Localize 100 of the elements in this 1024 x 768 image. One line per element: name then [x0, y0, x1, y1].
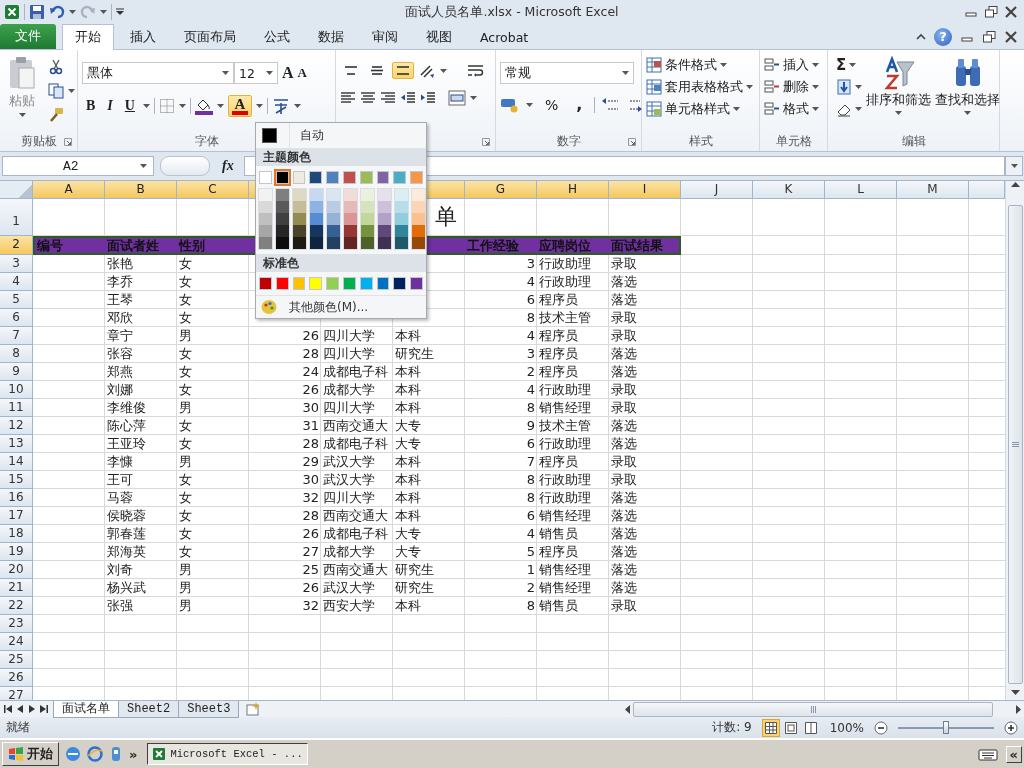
row-header[interactable]: 13: [0, 435, 33, 453]
color-swatch[interactable]: [412, 225, 425, 237]
color-swatch[interactable]: [361, 201, 374, 213]
color-swatch[interactable]: [395, 237, 408, 249]
style-menu-button[interactable]: 条件格式: [646, 56, 753, 74]
column-header[interactable]: H: [537, 181, 609, 199]
collapse-ribbon-icon[interactable]: [916, 33, 926, 40]
row-header[interactable]: 27: [0, 687, 33, 700]
color-swatch[interactable]: [327, 213, 340, 225]
column-header[interactable]: L: [825, 181, 897, 199]
color-swatch[interactable]: [259, 189, 272, 201]
color-swatch[interactable]: [293, 225, 306, 237]
shrink-font-button[interactable]: A: [297, 65, 307, 81]
first-sheet-icon[interactable]: [4, 705, 12, 713]
previous-sheet-icon[interactable]: [16, 705, 24, 713]
color-swatch[interactable]: [344, 189, 357, 201]
row-header[interactable]: 18: [0, 525, 33, 543]
caret-icon[interactable]: [526, 102, 533, 107]
caret-icon[interactable]: [849, 63, 857, 67]
caret-icon[interactable]: [68, 89, 75, 93]
font-size-field[interactable]: 12: [234, 62, 278, 84]
taskbar-window-button[interactable]: Microsoft Excel - ...: [147, 743, 308, 765]
row-header[interactable]: 22: [0, 597, 33, 615]
caret-icon[interactable]: [855, 85, 862, 89]
paste-button[interactable]: 粘贴: [4, 54, 40, 132]
color-swatch[interactable]: [343, 171, 356, 184]
caret-icon[interactable]: [178, 104, 186, 108]
ribbon-tab[interactable]: 插入: [118, 25, 168, 49]
close-icon[interactable]: [1004, 5, 1018, 19]
color-swatch[interactable]: [344, 225, 357, 237]
color-swatch[interactable]: [344, 237, 357, 249]
restore-icon[interactable]: [982, 29, 996, 44]
color-swatch[interactable]: [361, 189, 374, 201]
column-header[interactable]: K: [753, 181, 825, 199]
more-colors-option[interactable]: 其他颜色(M)...: [256, 295, 426, 318]
horizontal-scrollbar[interactable]: [622, 701, 1024, 717]
column-header[interactable]: A: [33, 181, 105, 199]
name-box[interactable]: A2: [2, 156, 154, 176]
keyboard-icon[interactable]: [977, 747, 998, 761]
cells-menu-button[interactable]: 删除: [764, 78, 819, 96]
dialog-launcher-icon[interactable]: [628, 138, 636, 146]
color-swatch[interactable]: [412, 237, 425, 249]
color-swatch[interactable]: [275, 277, 289, 290]
color-swatch[interactable]: [276, 189, 289, 201]
color-swatch[interactable]: [259, 277, 272, 290]
color-swatch[interactable]: [310, 213, 323, 225]
dialog-launcher-icon[interactable]: [482, 138, 490, 146]
grow-font-button[interactable]: A: [282, 64, 294, 82]
color-swatch[interactable]: [259, 237, 272, 249]
color-swatch[interactable]: [326, 277, 339, 290]
scissors-icon[interactable]: [48, 59, 64, 75]
increase-indent-icon[interactable]: [420, 91, 436, 105]
color-swatch[interactable]: [361, 213, 374, 225]
color-swatch[interactable]: [309, 171, 323, 184]
spreadsheet-app-icon[interactable]: [4, 4, 20, 20]
cells-menu-button[interactable]: 插入: [764, 56, 819, 74]
color-swatch[interactable]: [276, 225, 289, 237]
row-header[interactable]: 3: [0, 255, 33, 273]
show-tray-button[interactable]: «: [1005, 745, 1022, 763]
color-swatch[interactable]: [378, 189, 391, 201]
color-swatch[interactable]: [276, 201, 289, 213]
color-swatch[interactable]: [412, 213, 425, 225]
select-all-button[interactable]: [0, 181, 33, 199]
color-swatch[interactable]: [310, 237, 323, 249]
column-header[interactable]: C: [177, 181, 249, 199]
ribbon-tab[interactable]: 审阅: [360, 25, 410, 49]
color-swatch[interactable]: [376, 171, 390, 184]
style-menu-button[interactable]: 套用表格格式: [646, 78, 753, 96]
column-header[interactable]: J: [681, 181, 753, 199]
color-swatch[interactable]: [293, 213, 306, 225]
row-header[interactable]: 7: [0, 327, 33, 345]
color-swatch[interactable]: [310, 225, 323, 237]
expand-formula-button[interactable]: [1005, 156, 1023, 176]
color-swatch[interactable]: [309, 277, 323, 290]
column-header[interactable]: M: [897, 181, 969, 199]
bottom-align-button[interactable]: [392, 62, 414, 79]
caret-icon[interactable]: [470, 96, 477, 100]
ribbon-tab[interactable]: 开始: [62, 24, 114, 50]
next-sheet-icon[interactable]: [28, 705, 36, 713]
row-header[interactable]: 21: [0, 579, 33, 597]
color-swatch[interactable]: [359, 171, 373, 184]
scroll-left-icon[interactable]: [624, 704, 630, 714]
copy-icon[interactable]: [48, 83, 64, 99]
caret-icon[interactable]: [255, 104, 263, 108]
color-swatch[interactable]: [395, 201, 408, 213]
caret-icon[interactable]: [855, 107, 862, 111]
find-select-button[interactable]: 查找和选择: [935, 54, 1000, 132]
row-header[interactable]: 24: [0, 633, 33, 651]
row-header[interactable]: 19: [0, 543, 33, 561]
color-swatch[interactable]: [293, 237, 306, 249]
accounting-format-icon[interactable]: [500, 96, 520, 113]
ribbon-tab[interactable]: 视图: [414, 25, 464, 49]
ribbon-tab[interactable]: Acrobat: [468, 25, 541, 49]
column-header[interactable]: I: [609, 181, 681, 199]
row-header[interactable]: 12: [0, 417, 33, 435]
underline-button[interactable]: U: [120, 98, 139, 114]
color-swatch[interactable]: [344, 213, 357, 225]
row-header[interactable]: 5: [0, 291, 33, 309]
row-header[interactable]: 23: [0, 615, 33, 633]
fill-bucket-icon[interactable]: [194, 97, 213, 115]
